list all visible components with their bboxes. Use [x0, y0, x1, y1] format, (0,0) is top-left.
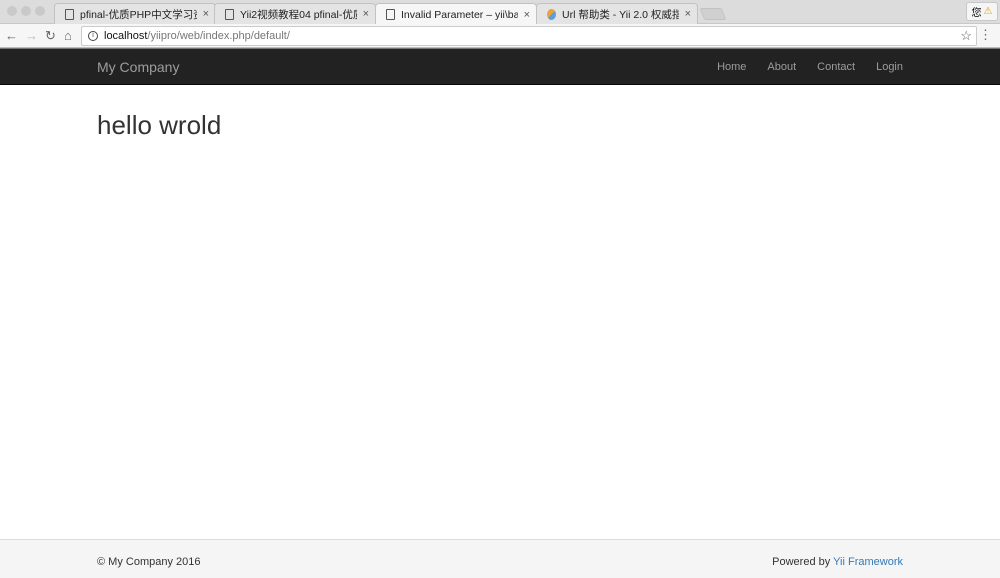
page-icon [65, 8, 74, 20]
browser-tab[interactable]: pfinal-优质PHP中文学习资源平台 × [54, 3, 216, 24]
yii-framework-link[interactable]: Yii Framework [833, 556, 903, 568]
nav-about[interactable]: About [767, 61, 796, 73]
new-tab-button[interactable] [699, 8, 727, 20]
nav-home[interactable]: Home [717, 61, 746, 73]
close-tab-icon[interactable]: × [363, 8, 369, 20]
close-window-button[interactable] [7, 6, 17, 16]
address-bar[interactable]: i localhost/yiipro/web/index.php/default… [81, 26, 977, 46]
reload-icon[interactable]: ↻ [45, 28, 56, 44]
back-icon[interactable]: ← [5, 28, 18, 43]
page-icon [225, 8, 234, 20]
browser-toolbar: ← → ↻ ⌂ i localhost/yiipro/web/index.php… [0, 24, 1000, 48]
page-heading: hello wrold [97, 110, 222, 140]
nav-login[interactable]: Login [876, 61, 903, 73]
close-tab-icon[interactable]: × [685, 8, 691, 20]
forward-icon[interactable]: → [25, 28, 38, 43]
home-icon[interactable]: ⌂ [64, 28, 72, 43]
navbar: My Company Home About Contact Login [0, 48, 1000, 85]
browser-tab-active[interactable]: Invalid Parameter – yii\base\InvalidPara… [375, 3, 537, 25]
footer: © My Company 2016 Powered by Yii Framewo… [0, 539, 1000, 578]
yii-favicon-icon [547, 8, 556, 20]
profile-button[interactable]: 您 ⚠ [966, 2, 998, 21]
bookmark-star-icon[interactable]: ☆ [960, 28, 972, 44]
nav-contact[interactable]: Contact [817, 61, 855, 73]
info-icon[interactable]: i [88, 31, 98, 41]
browser-tab[interactable]: Yii2视频教程04 pfinal-优质PHP × [214, 3, 376, 24]
powered-by: Powered by Yii Framework [772, 556, 903, 568]
tab-strip: pfinal-优质PHP中文学习资源平台 × Yii2视频教程04 pfinal… [0, 0, 1000, 25]
page-icon [386, 9, 395, 20]
close-tab-icon[interactable]: × [524, 9, 530, 21]
warning-icon: ⚠ [983, 6, 993, 17]
maximize-window-button[interactable] [35, 6, 45, 16]
brand-link[interactable]: My Company [97, 59, 179, 75]
browser-tab[interactable]: Url 帮助类 - Yii 2.0 权威指南 - × [536, 3, 698, 24]
nav-menu: Home About Contact Login [717, 61, 903, 73]
minimize-window-button[interactable] [21, 6, 31, 16]
menu-icon[interactable]: ⋮ [979, 27, 992, 43]
close-tab-icon[interactable]: × [203, 8, 209, 20]
copyright: © My Company 2016 [97, 556, 201, 568]
